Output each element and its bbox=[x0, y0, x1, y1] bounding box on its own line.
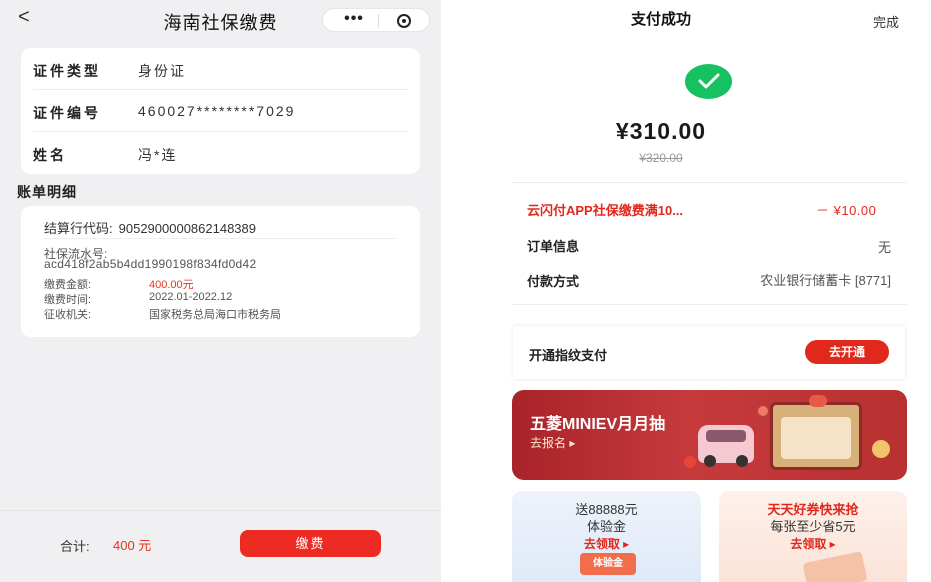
car-wheel bbox=[736, 455, 748, 467]
experience-fund-coupon: 体验金 bbox=[580, 553, 636, 575]
payment-method-label: 付款方式 bbox=[527, 274, 580, 289]
serial-value: acd418f2ab5b4dd1990198f834fd0d42 bbox=[44, 257, 257, 271]
amount-label: 缴费金额: bbox=[44, 279, 92, 291]
capsule-divider bbox=[378, 14, 379, 28]
social-insurance-payment-page: < 海南社保缴费 ••• 证件类型 身份证 证件编号 460027*******… bbox=[0, 0, 441, 582]
id-type-label: 证件类型 bbox=[33, 63, 101, 79]
banner-title: 五菱MINIEV月月抽 bbox=[530, 416, 666, 433]
name-label: 姓名 bbox=[33, 147, 67, 163]
tile-left-line2: 体验金 bbox=[586, 519, 626, 534]
success-title: 支付成功 bbox=[630, 11, 691, 28]
gift-box-inner bbox=[781, 417, 851, 459]
period-label: 缴费时间: bbox=[44, 294, 92, 306]
settlement-code: 结算行代码: 9052900000862148389 bbox=[44, 218, 256, 237]
check-icon bbox=[698, 73, 720, 89]
total-label: 合计: bbox=[60, 539, 90, 554]
name-value: 冯*连 bbox=[138, 147, 178, 163]
daily-coupon-tile[interactable]: 天天好券快来抢 每张至少省5元 去领取 ▸ bbox=[719, 491, 907, 582]
more-icon[interactable]: ••• bbox=[337, 10, 371, 28]
settlement-code-value: 9052900000862148389 bbox=[118, 221, 256, 236]
decoration-ball bbox=[758, 406, 768, 416]
amount-value: 400.00元 bbox=[149, 279, 194, 291]
experience-fund-tile[interactable]: 送88888元 体验金 去领取 ▸ 体验金 bbox=[512, 491, 701, 582]
gift-bow bbox=[809, 395, 827, 407]
id-type-value: 身份证 bbox=[138, 63, 186, 79]
bill-section-title: 账单明细 bbox=[17, 184, 77, 200]
decoration-ball bbox=[872, 440, 890, 458]
car-illustration bbox=[698, 425, 754, 467]
car-wheel bbox=[704, 455, 716, 467]
bill-detail-card: 结算行代码: 9052900000862148389 社保流水号: acd418f… bbox=[21, 206, 420, 337]
decoration-ball bbox=[684, 456, 696, 468]
authority-label: 征收机关: bbox=[44, 309, 92, 321]
tile-left-link[interactable]: 去领取 ▸ bbox=[512, 535, 701, 552]
identity-card: 证件类型 身份证 证件编号 460027********7029 姓名 冯*连 bbox=[21, 48, 420, 174]
gift-box-illustration bbox=[770, 395, 862, 470]
payment-success-page: 支付成功 完成 ¥310.00 ¥320.00 云闪付APP社保缴费满10...… bbox=[441, 0, 931, 582]
id-number-row: 证件编号 460027********7029 bbox=[33, 90, 408, 132]
order-info-label: 订单信息 bbox=[527, 239, 580, 254]
divider bbox=[511, 304, 907, 305]
tile-right-line2: 每张至少省5元 bbox=[770, 519, 856, 534]
total-value: 400 元 bbox=[113, 538, 152, 553]
divider bbox=[511, 182, 907, 183]
id-number-label: 证件编号 bbox=[33, 105, 101, 121]
nav-bar: < 海南社保缴费 ••• bbox=[0, 0, 441, 40]
banner-link[interactable]: 去报名 ▸ bbox=[530, 434, 575, 451]
id-type-row: 证件类型 身份证 bbox=[33, 48, 408, 90]
success-check-icon bbox=[685, 64, 732, 99]
id-number-value: 460027********7029 bbox=[138, 103, 296, 119]
screen: < 海南社保缴费 ••• 证件类型 身份证 证件编号 460027*******… bbox=[0, 0, 931, 582]
promo-banner[interactable]: 五菱MINIEV月月抽 去报名 ▸ bbox=[512, 390, 907, 480]
settlement-code-label: 结算行代码: bbox=[44, 221, 113, 236]
promo-discount: － ¥10.00 bbox=[816, 203, 877, 218]
authority-value: 国家税务总局海口市税务局 bbox=[149, 309, 281, 321]
original-amount: ¥320.00 bbox=[639, 151, 683, 165]
payment-footer: 合计: 400 元 缴费 bbox=[0, 510, 441, 582]
pay-button[interactable]: 缴费 bbox=[240, 530, 381, 557]
coupon-illustration bbox=[802, 551, 868, 582]
name-row: 姓名 冯*连 bbox=[33, 132, 408, 174]
fingerprint-card: 开通指纹支付 去开通 bbox=[513, 326, 905, 379]
fingerprint-label: 开通指纹支付 bbox=[529, 348, 608, 363]
enable-fingerprint-button[interactable]: 去开通 bbox=[805, 340, 889, 364]
payment-method-value: 农业银行储蓄卡 [8771] bbox=[760, 273, 891, 288]
promo-label: 云闪付APP社保缴费满10... bbox=[527, 203, 684, 218]
done-button[interactable]: 完成 bbox=[873, 12, 899, 31]
divider bbox=[44, 238, 397, 239]
car-window bbox=[706, 430, 746, 442]
period-value: 2022.01-2022.12 bbox=[149, 291, 233, 303]
tile-right-link[interactable]: 去领取 ▸ bbox=[719, 535, 907, 552]
paid-amount: ¥310.00 bbox=[615, 118, 707, 144]
order-info-value: 无 bbox=[877, 240, 891, 255]
